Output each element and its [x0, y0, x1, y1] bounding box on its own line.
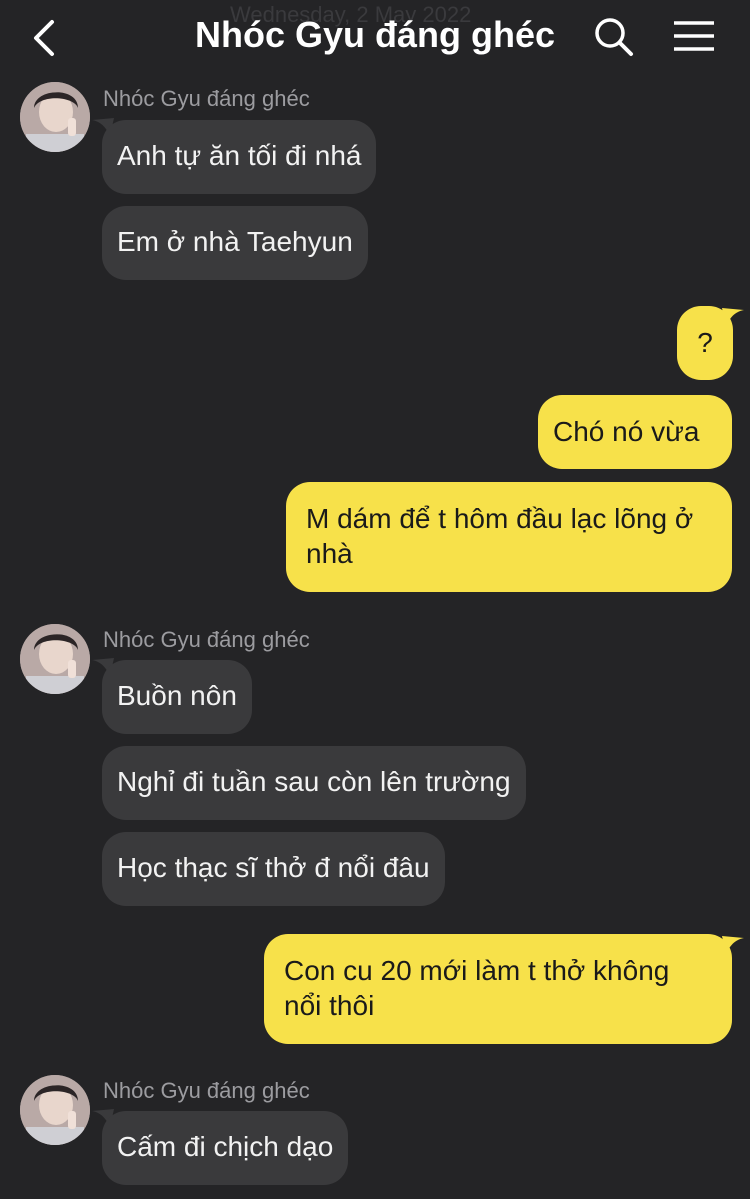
- message-bubble[interactable]: M dám để t hôm đầu lạc lõng ở nhà: [286, 482, 732, 592]
- chat-header: Wednesday, 2 May 2022 Nhóc Gyu đáng ghéc: [0, 0, 750, 76]
- back-icon[interactable]: [26, 16, 66, 60]
- message-bubble[interactable]: Con cu 20 mới làm t thở không nổi thôi: [264, 934, 732, 1044]
- avatar[interactable]: [20, 624, 90, 694]
- message-bubble[interactable]: Em ở nhà Taehyun: [102, 206, 368, 280]
- message-bubble[interactable]: Chó nó vừa: [538, 395, 732, 469]
- chat-title: Nhóc Gyu đáng ghéc: [194, 14, 556, 55]
- menu-icon[interactable]: [672, 18, 716, 58]
- sender-name: Nhóc Gyu đáng ghéc: [103, 627, 310, 652]
- avatar[interactable]: [20, 1075, 90, 1145]
- message-bubble[interactable]: Nghỉ đi tuần sau còn lên trường: [102, 746, 526, 820]
- message-bubble[interactable]: Cấm đi chịch dạo: [102, 1111, 349, 1185]
- avatar[interactable]: [20, 82, 90, 152]
- sender-name: Nhóc Gyu đáng ghéc: [103, 86, 310, 111]
- message-bubble[interactable]: Buồn nôn: [102, 660, 252, 734]
- sender-name: Nhóc Gyu đáng ghéc: [103, 1078, 310, 1103]
- message-bubble[interactable]: ?: [677, 306, 733, 380]
- search-icon[interactable]: [592, 15, 636, 59]
- message-bubble[interactable]: Học thạc sĩ thở đ nổi đâu: [102, 832, 445, 906]
- message-bubble[interactable]: Anh tự ăn tối đi nhá: [102, 120, 377, 194]
